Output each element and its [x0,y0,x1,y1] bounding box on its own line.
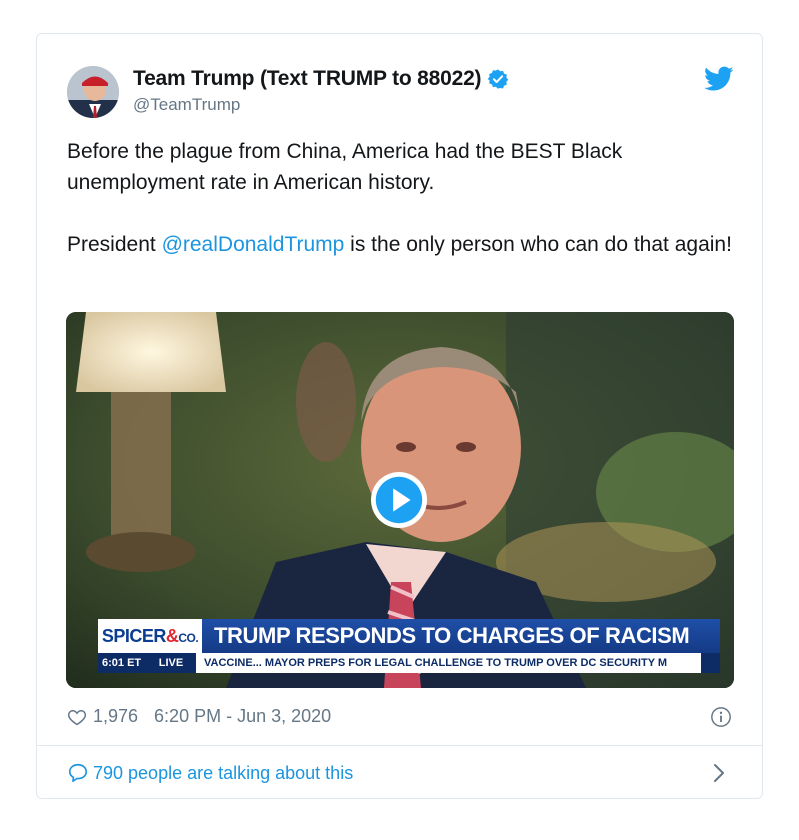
news-ticker: 6:01 ET LIVE VACCINE... MAYOR PREPS FOR LE… [98,653,720,673]
verified-badge-icon [488,69,509,89]
text-prefix: President [67,233,162,256]
tweet-card[interactable]: Team Trump (Text TRUMP to 88022) @TeamTr… [36,33,763,799]
ticker-text: VACCINE... MAYOR PREPS FOR LEGAL CHALLEN… [196,653,701,673]
mention-link[interactable]: @realDonaldTrump [162,233,345,256]
handle[interactable]: @TeamTrump [133,95,240,115]
chevron-right-icon[interactable] [712,762,726,784]
tweet-paragraph-1: Before the plague from China, America ha… [67,140,623,194]
tweet-text: Before the plague from China, America ha… [67,136,747,291]
heart-icon[interactable] [67,707,87,727]
tweet-paragraph-2: President @realDonaldTrump is the only p… [67,229,747,260]
video-player[interactable]: SPICER&CO. TRUMP RESPONDS TO CHARGES OF … [66,312,734,688]
news-headline: TRUMP RESPONDS TO CHARGES OF RACISM [202,619,720,653]
info-icon[interactable] [710,706,732,728]
chat-bubble-icon [68,763,88,783]
like-count[interactable]: 1,976 [93,706,138,727]
divider [37,745,762,746]
conversation-link[interactable]: 790 people are talking about this [67,762,353,784]
avatar[interactable] [67,66,119,118]
display-name[interactable]: Team Trump (Text TRUMP to 88022) [133,67,482,91]
play-icon[interactable] [370,471,428,529]
live-badge: LIVE [158,657,184,669]
timestamp[interactable]: 6:20 PM - Jun 3, 2020 [154,706,331,727]
show-logo: SPICER&CO. [98,619,202,653]
text-suffix: is the only person who can do that again… [344,233,732,256]
ticker-time: 6:01 ET [102,657,142,669]
twitter-bird-icon[interactable] [704,66,734,92]
conversation-text[interactable]: 790 people are talking about this [93,763,353,784]
